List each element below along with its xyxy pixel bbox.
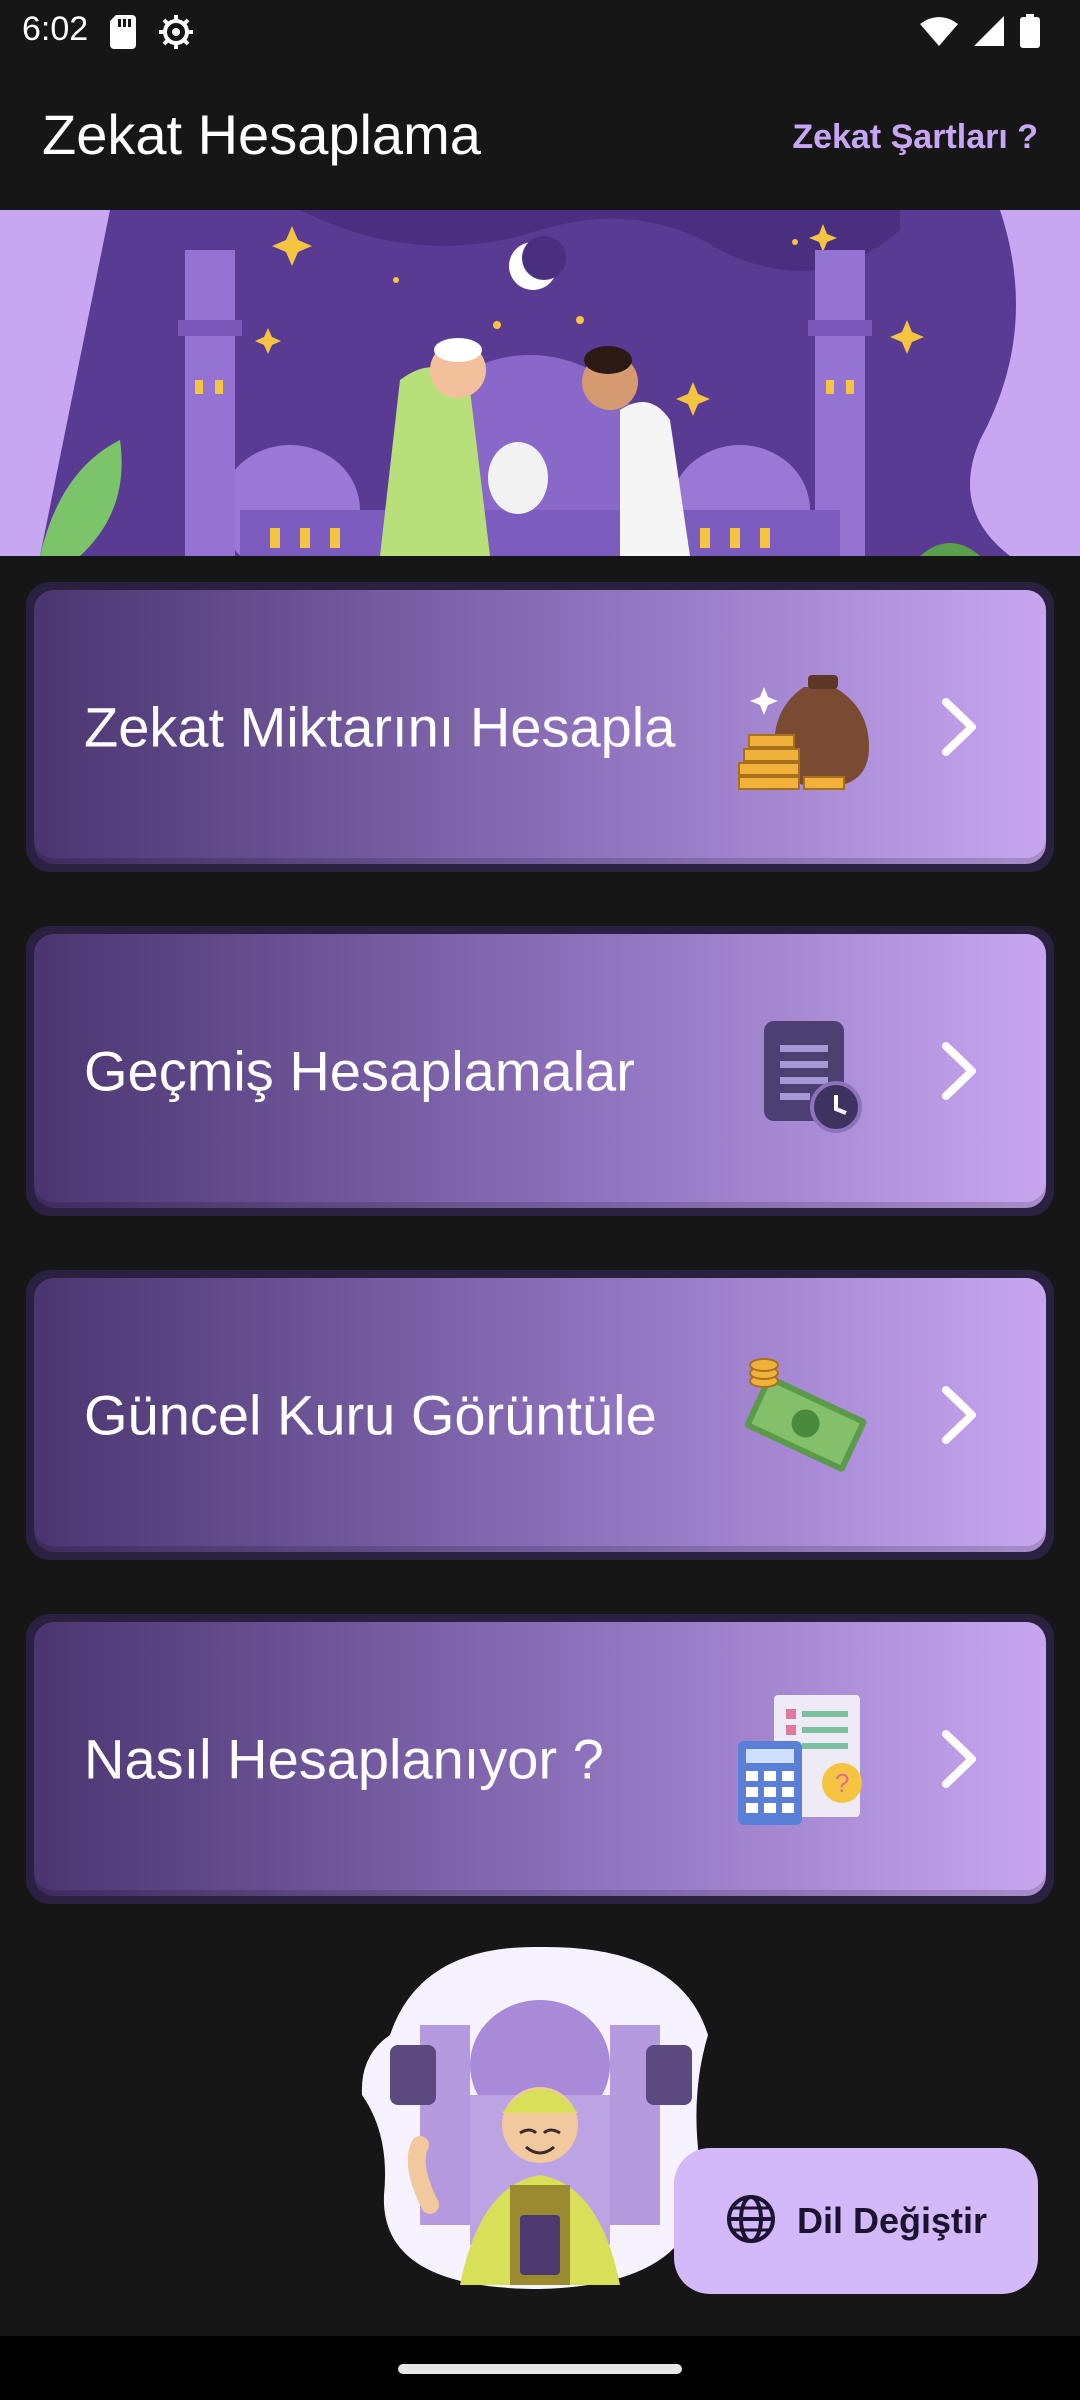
menu-card-calculate-zakat[interactable]: Zekat Miktarını Hesapla (26, 582, 1054, 872)
chevron-right-icon (934, 1036, 984, 1106)
card-surface: Zekat Miktarını Hesapla (34, 590, 1046, 864)
navigation-bar (0, 2336, 1080, 2400)
menu-card-exchange-rates[interactable]: Güncel Kuru Görüntüle (26, 1270, 1054, 1560)
app-bar: Zekat Hesaplama Zekat Şartları ? (0, 64, 1080, 210)
sd-card-icon (110, 15, 136, 54)
banknotes-icon (734, 1345, 874, 1485)
status-left-icons (110, 14, 194, 55)
page-title: Zekat Hesaplama (42, 103, 481, 166)
money-bag-icon (734, 657, 874, 797)
card-surface: Güncel Kuru Görüntüle (34, 1278, 1046, 1552)
chevron-right-icon (934, 1724, 984, 1794)
globe-icon (725, 2193, 777, 2250)
svg-text:?: ? (835, 1768, 849, 1798)
card-surface: Geçmiş Hesaplamalar (34, 934, 1046, 1208)
menu-card-how-calculated[interactable]: Nasıl Hesaplanıyor ? ? (26, 1614, 1054, 1904)
change-language-button[interactable]: Dil Değiştir (674, 2148, 1038, 2294)
card-label: Zekat Miktarını Hesapla (84, 695, 676, 759)
fab-label: Dil Değiştir (796, 2200, 988, 2241)
calculator-icon: ? (734, 1689, 874, 1829)
signal-icon (974, 16, 1004, 51)
card-label: Nasıl Hesaplanıyor ? (84, 1727, 604, 1791)
status-right-icons (920, 14, 1040, 53)
chevron-right-icon (934, 692, 984, 762)
card-label: Güncel Kuru Görüntüle (84, 1383, 657, 1447)
status-bar: 6:02 (0, 0, 1080, 64)
wifi-icon (920, 16, 958, 51)
card-label: Geçmiş Hesaplamalar (84, 1039, 635, 1103)
battery-icon (1020, 14, 1040, 53)
card-surface: Nasıl Hesaplanıyor ? ? (34, 1622, 1046, 1896)
menu-card-past-calculations[interactable]: Geçmiş Hesaplamalar (26, 926, 1054, 1216)
home-gesture-handle[interactable] (398, 2364, 682, 2374)
screen: 6:02 Zekat Hesaplama Zekat Şartları ? Ze… (0, 0, 1080, 2400)
status-time: 6:02 (22, 10, 89, 48)
chevron-right-icon (934, 1380, 984, 1450)
history-document-icon (734, 1001, 874, 1141)
settings-icon (158, 14, 194, 55)
character-illustration (360, 1945, 720, 2295)
zakat-conditions-button[interactable]: Zekat Şartları ? (792, 118, 1038, 157)
banner-illustration (0, 210, 1080, 556)
